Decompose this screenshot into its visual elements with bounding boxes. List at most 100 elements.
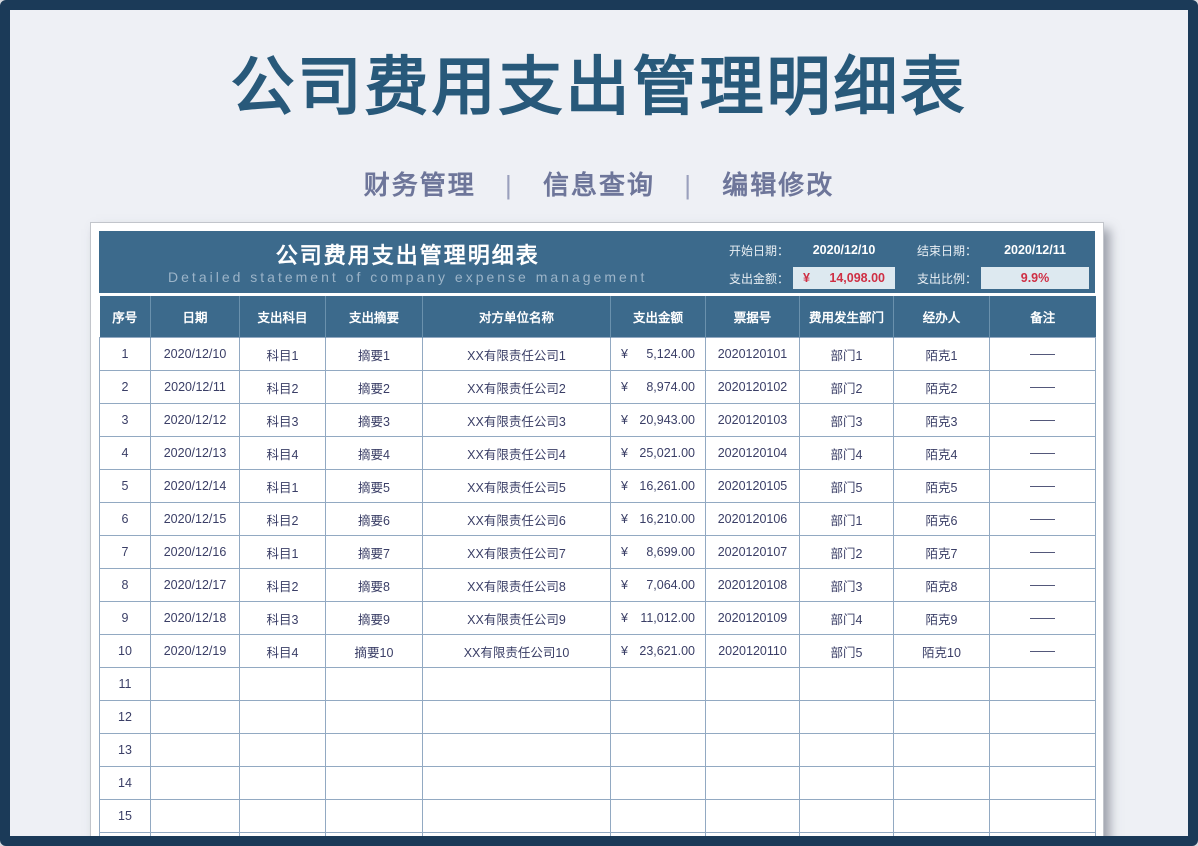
cell-note[interactable]: —— <box>990 635 1096 668</box>
cell-date[interactable]: 2020/12/12 <box>151 404 240 437</box>
cell-counterparty[interactable] <box>423 701 611 734</box>
expense-ratio-value[interactable]: 9.9% <box>981 267 1089 289</box>
cell-serial[interactable]: 10 <box>100 635 151 668</box>
cell-handler[interactable] <box>894 767 990 800</box>
cell-amount[interactable] <box>611 800 706 833</box>
cell-handler[interactable]: 陌克6 <box>894 503 990 536</box>
cell-date[interactable]: 2020/12/15 <box>151 503 240 536</box>
start-date-value[interactable]: 2020/12/10 <box>793 243 895 257</box>
cell-category[interactable] <box>240 833 326 846</box>
cell-counterparty[interactable]: XX有限责任公司8 <box>423 569 611 602</box>
cell-summary[interactable]: 摘要6 <box>326 503 423 536</box>
cell-note[interactable]: —— <box>990 503 1096 536</box>
cell-counterparty[interactable]: XX有限责任公司1 <box>423 338 611 371</box>
cell-serial[interactable]: 15 <box>100 800 151 833</box>
cell-note[interactable]: —— <box>990 470 1096 503</box>
cell-counterparty[interactable] <box>423 767 611 800</box>
cell-category[interactable]: 科目4 <box>240 437 326 470</box>
cell-counterparty[interactable]: XX有限责任公司9 <box>423 602 611 635</box>
cell-department[interactable]: 部门2 <box>800 536 894 569</box>
cell-serial[interactable]: 7 <box>100 536 151 569</box>
cell-department[interactable] <box>800 701 894 734</box>
cell-category[interactable]: 科目2 <box>240 503 326 536</box>
cell-serial[interactable]: 12 <box>100 701 151 734</box>
cell-category[interactable] <box>240 734 326 767</box>
cell-department[interactable]: 部门5 <box>800 635 894 668</box>
cell-date[interactable]: 2020/12/11 <box>151 371 240 404</box>
cell-serial[interactable]: 9 <box>100 602 151 635</box>
cell-summary[interactable]: 摘要9 <box>326 602 423 635</box>
cell-receipt-no[interactable]: 2020120105 <box>706 470 800 503</box>
cell-handler[interactable] <box>894 734 990 767</box>
cell-date[interactable]: 2020/12/16 <box>151 536 240 569</box>
cell-category[interactable]: 科目3 <box>240 602 326 635</box>
cell-note[interactable] <box>990 668 1096 701</box>
cell-handler[interactable]: 陌克5 <box>894 470 990 503</box>
cell-date[interactable]: 2020/12/18 <box>151 602 240 635</box>
cell-serial[interactable]: 3 <box>100 404 151 437</box>
cell-summary[interactable]: 摘要3 <box>326 404 423 437</box>
cell-amount[interactable] <box>611 668 706 701</box>
cell-date[interactable]: 2020/12/13 <box>151 437 240 470</box>
cell-serial[interactable]: 1 <box>100 338 151 371</box>
cell-category[interactable]: 科目1 <box>240 338 326 371</box>
cell-department[interactable] <box>800 833 894 846</box>
cell-date[interactable]: 2020/12/10 <box>151 338 240 371</box>
cell-amount[interactable] <box>611 701 706 734</box>
cell-counterparty[interactable]: XX有限责任公司10 <box>423 635 611 668</box>
cell-note[interactable]: —— <box>990 569 1096 602</box>
cell-handler[interactable]: 陌克3 <box>894 404 990 437</box>
cell-department[interactable]: 部门5 <box>800 470 894 503</box>
cell-note[interactable] <box>990 833 1096 846</box>
cell-counterparty[interactable]: XX有限责任公司4 <box>423 437 611 470</box>
cell-date[interactable]: 2020/12/14 <box>151 470 240 503</box>
cell-handler[interactable]: 陌克10 <box>894 635 990 668</box>
cell-summary[interactable]: 摘要1 <box>326 338 423 371</box>
cell-department[interactable] <box>800 668 894 701</box>
cell-category[interactable]: 科目3 <box>240 404 326 437</box>
cell-note[interactable]: —— <box>990 404 1096 437</box>
cell-receipt-no[interactable]: 2020120108 <box>706 569 800 602</box>
cell-category[interactable]: 科目2 <box>240 569 326 602</box>
cell-summary[interactable] <box>326 767 423 800</box>
cell-note[interactable] <box>990 767 1096 800</box>
cell-department[interactable]: 部门1 <box>800 338 894 371</box>
cell-category[interactable] <box>240 701 326 734</box>
cell-handler[interactable]: 陌克8 <box>894 569 990 602</box>
cell-summary[interactable]: 摘要8 <box>326 569 423 602</box>
cell-handler[interactable] <box>894 800 990 833</box>
cell-department[interactable]: 部门3 <box>800 404 894 437</box>
cell-serial[interactable]: 8 <box>100 569 151 602</box>
cell-note[interactable]: —— <box>990 338 1096 371</box>
cell-receipt-no[interactable] <box>706 833 800 846</box>
cell-date[interactable]: 2020/12/17 <box>151 569 240 602</box>
cell-amount[interactable]: ¥23,621.00 <box>611 635 706 668</box>
cell-amount[interactable]: ¥8,699.00 <box>611 536 706 569</box>
cell-serial[interactable]: 16 <box>100 833 151 846</box>
cell-summary[interactable] <box>326 833 423 846</box>
cell-serial[interactable]: 6 <box>100 503 151 536</box>
cell-date[interactable]: 2020/12/19 <box>151 635 240 668</box>
cell-department[interactable] <box>800 800 894 833</box>
cell-summary[interactable]: 摘要5 <box>326 470 423 503</box>
cell-receipt-no[interactable]: 2020120107 <box>706 536 800 569</box>
expense-amount-value[interactable]: ¥ 14,098.00 <box>793 267 895 289</box>
cell-summary[interactable]: 摘要10 <box>326 635 423 668</box>
cell-department[interactable]: 部门3 <box>800 569 894 602</box>
cell-handler[interactable]: 陌克9 <box>894 602 990 635</box>
cell-date[interactable] <box>151 800 240 833</box>
cell-amount[interactable] <box>611 833 706 846</box>
cell-counterparty[interactable]: XX有限责任公司3 <box>423 404 611 437</box>
cell-note[interactable] <box>990 800 1096 833</box>
cell-counterparty[interactable]: XX有限责任公司6 <box>423 503 611 536</box>
cell-summary[interactable] <box>326 800 423 833</box>
cell-handler[interactable]: 陌克1 <box>894 338 990 371</box>
cell-receipt-no[interactable] <box>706 767 800 800</box>
cell-receipt-no[interactable]: 2020120106 <box>706 503 800 536</box>
cell-amount[interactable]: ¥16,210.00 <box>611 503 706 536</box>
cell-counterparty[interactable]: XX有限责任公司2 <box>423 371 611 404</box>
cell-category[interactable] <box>240 668 326 701</box>
cell-summary[interactable]: 摘要4 <box>326 437 423 470</box>
cell-summary[interactable]: 摘要7 <box>326 536 423 569</box>
cell-summary[interactable] <box>326 734 423 767</box>
